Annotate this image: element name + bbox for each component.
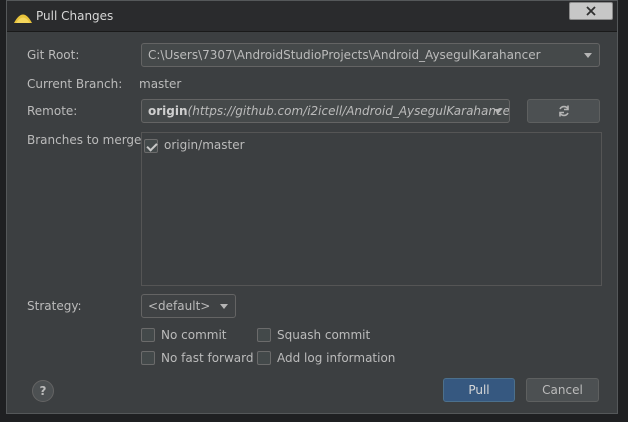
strategy-label: Strategy: bbox=[27, 299, 82, 313]
help-icon: ? bbox=[39, 384, 47, 398]
refresh-button[interactable] bbox=[527, 99, 600, 123]
no-commit-label: No commit bbox=[161, 328, 227, 342]
branches-label: Branches to merge: bbox=[27, 133, 146, 147]
chevron-down-icon bbox=[220, 304, 228, 309]
vcs-icon bbox=[14, 14, 32, 23]
add-log-checkbox[interactable] bbox=[257, 351, 271, 365]
window-title: Pull Changes bbox=[36, 9, 114, 23]
pull-changes-dialog: Pull Changes Git Root: C:\Users\7307\And… bbox=[6, 0, 618, 414]
cancel-button[interactable]: Cancel bbox=[526, 378, 599, 402]
current-branch-label: Current Branch: bbox=[27, 77, 123, 91]
squash-commit-checkbox[interactable] bbox=[257, 328, 271, 342]
current-branch-value: master bbox=[139, 77, 182, 91]
branch-label: origin/master bbox=[164, 138, 245, 152]
no-commit-option[interactable]: No commit bbox=[141, 327, 251, 343]
add-log-option[interactable]: Add log information bbox=[257, 350, 397, 366]
git-root-value: C:\Users\7307\AndroidStudioProjects\Andr… bbox=[148, 48, 541, 62]
add-log-label: Add log information bbox=[277, 351, 396, 365]
close-icon bbox=[586, 6, 596, 16]
squash-commit-option[interactable]: Squash commit bbox=[257, 327, 377, 343]
help-button[interactable]: ? bbox=[32, 380, 54, 402]
no-fast-forward-label: No fast forward bbox=[161, 351, 254, 365]
close-button[interactable] bbox=[569, 2, 613, 20]
remote-label: Remote: bbox=[27, 104, 78, 118]
chevron-down-icon bbox=[494, 109, 502, 114]
branch-checkbox[interactable] bbox=[144, 139, 158, 153]
squash-commit-label: Squash commit bbox=[277, 328, 371, 342]
strategy-value: <default> bbox=[148, 299, 211, 313]
remote-name: origin bbox=[148, 104, 188, 118]
pull-button[interactable]: Pull bbox=[443, 378, 515, 402]
chevron-down-icon bbox=[584, 53, 592, 58]
no-commit-checkbox[interactable] bbox=[141, 328, 155, 342]
git-root-combo[interactable]: C:\Users\7307\AndroidStudioProjects\Andr… bbox=[141, 43, 600, 67]
no-fast-forward-option[interactable]: No fast forward bbox=[141, 350, 254, 366]
remote-url: (https://github.com/i2icell/Android_Ayse… bbox=[187, 104, 510, 118]
git-root-label: Git Root: bbox=[27, 48, 80, 62]
remote-combo[interactable]: origin(https://github.com/i2icell/Androi… bbox=[141, 99, 510, 123]
strategy-combo[interactable]: <default> bbox=[141, 294, 236, 318]
branches-list: origin/master bbox=[141, 132, 602, 286]
no-fast-forward-checkbox[interactable] bbox=[141, 351, 155, 365]
refresh-icon bbox=[558, 105, 569, 117]
title-bar: Pull Changes bbox=[7, 1, 617, 32]
